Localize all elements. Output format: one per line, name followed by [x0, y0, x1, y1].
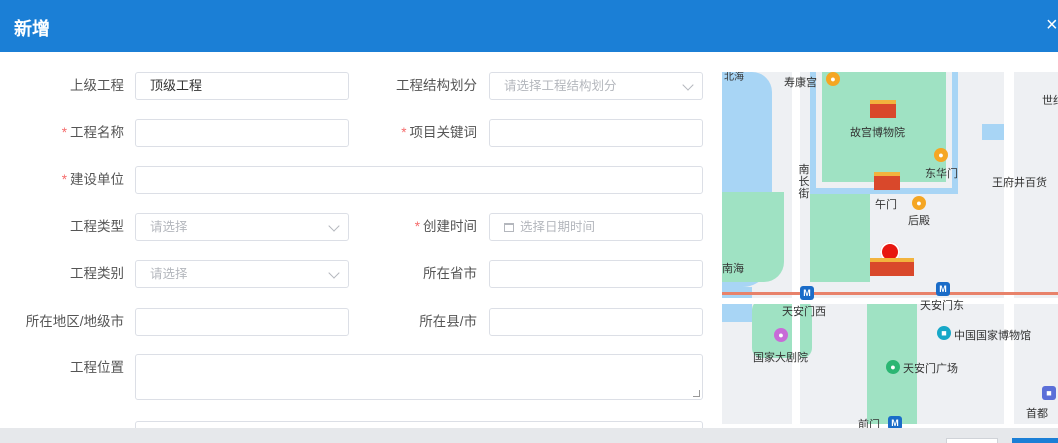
park-icon: ● [886, 360, 900, 374]
map-label-national-museum: 中国国家博物馆 [954, 330, 1031, 342]
location-map[interactable]: 寿康宫 ● 北海 故宫博物院 ● 东华门 午门 ● 后殿 王府井百货 世纪 南长… [722, 72, 1058, 443]
project-name-input[interactable] [135, 119, 349, 147]
subway-icon: M [936, 282, 950, 296]
bus-icon: ■ [1042, 386, 1056, 400]
project-name-label: * 工程名称 [61, 125, 124, 140]
map-label-shoukang: 寿康宫 [784, 77, 817, 89]
project-type-select[interactable]: 请选择 [135, 213, 349, 241]
project-form: 上级工程 顶级工程 工程结构划分 请选择工程结构划分 * 工程名称 * 项目关键词 … [0, 52, 715, 443]
resize-handle-icon[interactable] [693, 390, 700, 397]
poi-icon: ● [934, 148, 948, 162]
map-label-tiananmen-east: 天安门东 [920, 300, 964, 312]
map-label-tiananmen-west: 天安门西 [782, 306, 826, 318]
prefecture-input[interactable] [135, 308, 349, 336]
poi-icon: ● [826, 72, 840, 86]
map-label-houdian: 后殿 [908, 215, 930, 227]
map-label-wumen: 午门 [875, 199, 897, 211]
county-input[interactable] [489, 308, 703, 336]
parent-project-label: 上级工程 [70, 78, 124, 93]
map-label-wangfujing: 王府井百货 [992, 177, 1047, 189]
museum-icon: ■ [937, 326, 951, 340]
chevron-down-icon [328, 267, 340, 279]
construction-unit-input[interactable] [135, 166, 703, 194]
add-dialog: 新增 × 上级工程 顶级工程 工程结构划分 请选择工程结构划分 * 工程名称 * 项… [0, 0, 1058, 443]
project-keyword-label: * 项目关键词 [401, 125, 477, 140]
confirm-button[interactable] [1012, 438, 1058, 443]
structure-division-select[interactable]: 请选择工程结构划分 [489, 72, 703, 100]
structure-division-label: 工程结构划分 [396, 78, 477, 93]
close-icon[interactable]: × [1046, 14, 1058, 37]
map-label-palace-museum: 故宫博物院 [850, 127, 905, 139]
project-keyword-input[interactable] [489, 119, 703, 147]
map-label-world: 世纪 [1042, 95, 1058, 107]
project-category-select[interactable]: 请选择 [135, 260, 349, 288]
location-label: 工程位置 [70, 360, 124, 375]
prefecture-label: 所在地区/地级市 [25, 314, 124, 329]
county-label: 所在县/市 [419, 314, 477, 329]
create-time-picker[interactable]: 选择日期时间 [489, 213, 703, 241]
dialog-header: 新增 × [0, 0, 1058, 52]
map-label-capital: 首都 [1026, 408, 1048, 420]
cancel-button[interactable] [946, 438, 998, 443]
project-type-label: 工程类型 [70, 219, 124, 234]
construction-unit-label: * 建设单位 [61, 172, 124, 187]
palace-landmark-icon [870, 100, 896, 118]
map-label-beihai: 北海 [724, 72, 744, 83]
calendar-icon [504, 223, 514, 232]
chevron-down-icon [328, 220, 340, 232]
chevron-down-icon [682, 79, 694, 91]
project-category-label: 工程类别 [70, 266, 124, 281]
map-water-pond [982, 124, 1004, 140]
province-input[interactable] [489, 260, 703, 288]
map-label-donghuamen: 东华门 [925, 168, 958, 180]
location-textarea[interactable] [135, 354, 703, 400]
map-label-tiananmen-square: 天安门广场 [903, 363, 958, 375]
map-label-nanhai: 南海 [722, 263, 744, 275]
map-rail-line [722, 292, 1058, 295]
dialog-title: 新增 [14, 19, 50, 39]
map-road-horizontal [722, 298, 1058, 304]
map-label-grand-theater: 国家大剧院 [753, 352, 808, 364]
map-road-vertical-2 [1004, 72, 1014, 443]
create-time-label: * 创建时间 [414, 219, 477, 234]
map-label-nanchang: 南长街 [798, 164, 810, 200]
dialog-footer [0, 428, 1058, 443]
map-road-vertical-1 [792, 72, 800, 443]
province-label: 所在省市 [423, 266, 477, 281]
parent-project-input[interactable]: 顶级工程 [135, 72, 349, 100]
poi-icon: ● [912, 196, 926, 210]
tiananmen-landmark-icon [870, 258, 914, 276]
gate-landmark-icon [874, 172, 900, 190]
theater-icon: ● [774, 328, 788, 342]
subway-icon: M [800, 286, 814, 300]
map-park-west [810, 194, 870, 282]
